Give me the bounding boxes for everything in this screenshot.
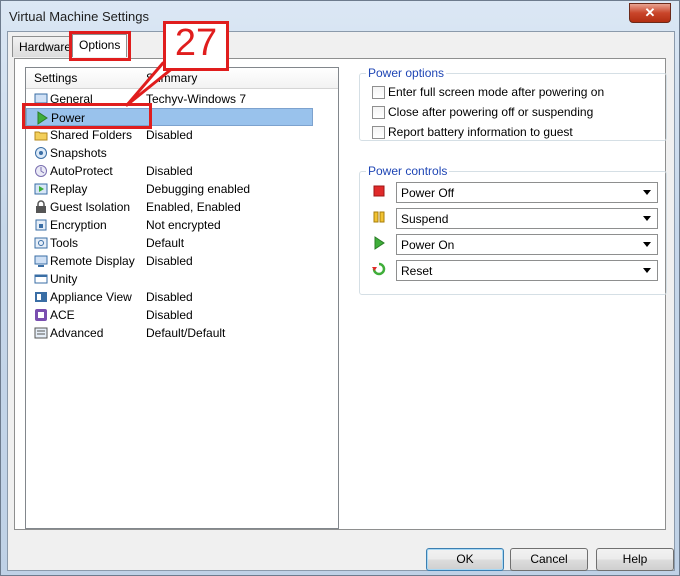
- list-item-label: Advanced: [50, 326, 104, 340]
- help-button[interactable]: Help: [596, 548, 674, 571]
- list-item-guest-isolation[interactable]: Guest Isolation Enabled, Enabled: [26, 198, 311, 216]
- power-options-group: Power options Enter full screen mode aft…: [359, 66, 667, 141]
- power-controls-group: Power controls Power Off Suspend Power O…: [359, 164, 667, 295]
- checkbox-label: Close after powering off or suspending: [388, 105, 594, 119]
- list-item-encryption[interactable]: Encryption Not encrypted: [26, 216, 311, 234]
- list-item-label: Tools: [50, 236, 79, 250]
- folder-icon: [34, 131, 48, 141]
- chevron-down-icon: [643, 268, 651, 273]
- chevron-down-icon: [643, 216, 651, 221]
- advanced-icon: [34, 327, 48, 339]
- appliance-icon: [35, 292, 47, 302]
- checkbox-box[interactable]: [372, 86, 385, 99]
- list-item-summary: Not encrypted: [146, 218, 221, 232]
- list-header: Settings Summary: [26, 68, 338, 89]
- list-item-summary: Disabled: [146, 308, 193, 322]
- list-item-autoprotect[interactable]: AutoProtect Disabled: [26, 162, 311, 180]
- list-item-summary: Default: [146, 236, 185, 250]
- list-item-label: Remote Display: [50, 254, 135, 268]
- list-item-tools[interactable]: Tools Default: [26, 234, 311, 252]
- checkbox-label: Report battery information to guest: [388, 125, 573, 139]
- reset-value: Reset: [401, 264, 433, 278]
- unity-icon: [34, 274, 48, 284]
- list-item-ace[interactable]: ACE Disabled: [26, 306, 311, 324]
- step-callout: 27: [163, 21, 229, 71]
- list-item-label: Shared Folders: [50, 128, 133, 142]
- options-tab-highlight: [69, 31, 131, 61]
- list-item-summary: Debugging enabled: [146, 182, 251, 196]
- checkbox-box[interactable]: [372, 106, 385, 119]
- play-icon: [374, 236, 385, 250]
- autoprotect-icon: [35, 165, 47, 177]
- tools-icon: [34, 237, 48, 249]
- list-item-label: ACE: [50, 308, 75, 322]
- suspend-select[interactable]: Suspend: [396, 208, 658, 229]
- list-item-label: Replay: [50, 182, 88, 196]
- lock-icon: [36, 200, 46, 213]
- encryption-icon: [35, 219, 47, 231]
- list-item-summary: Disabled: [146, 290, 193, 304]
- list-item-remote-display[interactable]: Remote Display Disabled: [26, 252, 311, 270]
- power-on-value: Power On: [401, 238, 455, 252]
- power-on-select[interactable]: Power On: [396, 234, 658, 255]
- list-item-snapshots[interactable]: Snapshots: [26, 144, 311, 162]
- chevron-down-icon: [643, 190, 651, 195]
- stop-icon: [373, 185, 385, 197]
- list-item-advanced[interactable]: Advanced Default/Default: [26, 324, 311, 342]
- settings-window: Virtual Machine Settings ✕ Hardware Opti…: [0, 0, 680, 576]
- cancel-button[interactable]: Cancel: [510, 548, 588, 571]
- list-item-unity[interactable]: Unity: [26, 270, 311, 288]
- list-item-appliance-view[interactable]: Appliance View Disabled: [26, 288, 311, 306]
- checkbox-label: Enter full screen mode after powering on: [388, 85, 605, 99]
- window-title: Virtual Machine Settings: [9, 9, 149, 24]
- list-item-label: Appliance View: [50, 290, 132, 304]
- list-item-label: Snapshots: [50, 146, 107, 160]
- list-item-summary: Disabled: [146, 164, 193, 178]
- header-settings[interactable]: Settings: [34, 71, 77, 85]
- checkbox-box[interactable]: [372, 126, 385, 139]
- power-options-title: Power options: [366, 66, 447, 80]
- ok-button[interactable]: OK: [426, 548, 504, 571]
- power-off-value: Power Off: [401, 186, 455, 200]
- reset-select[interactable]: Reset: [396, 260, 658, 281]
- power-controls-title: Power controls: [366, 164, 450, 178]
- replay-icon: [34, 183, 48, 195]
- list-item-summary: Disabled: [146, 254, 193, 268]
- remote-display-icon: [34, 255, 48, 267]
- list-item-label: Unity: [50, 272, 78, 286]
- list-item-label: Encryption: [50, 218, 107, 232]
- list-item-summary: Default/Default: [146, 326, 226, 340]
- close-button[interactable]: ✕: [629, 3, 671, 23]
- chevron-down-icon: [643, 242, 651, 247]
- reset-icon: [372, 262, 386, 276]
- list-item-label: Guest Isolation: [50, 200, 131, 214]
- step-number: 27: [174, 22, 218, 64]
- snapshots-icon: [35, 147, 47, 159]
- settings-list[interactable]: Settings Summary General Techyv-Windows …: [25, 67, 339, 529]
- ace-icon: [35, 309, 47, 321]
- list-item-summary: Enabled, Enabled: [146, 200, 241, 214]
- title-bar: Virtual Machine Settings ✕: [1, 1, 679, 31]
- list-item-replay[interactable]: Replay Debugging enabled: [26, 180, 311, 198]
- list-item-summary: Disabled: [146, 128, 193, 142]
- list-item-label: AutoProtect: [50, 164, 113, 178]
- suspend-value: Suspend: [401, 212, 449, 226]
- pause-icon: [373, 211, 385, 223]
- power-off-select[interactable]: Power Off: [396, 182, 658, 203]
